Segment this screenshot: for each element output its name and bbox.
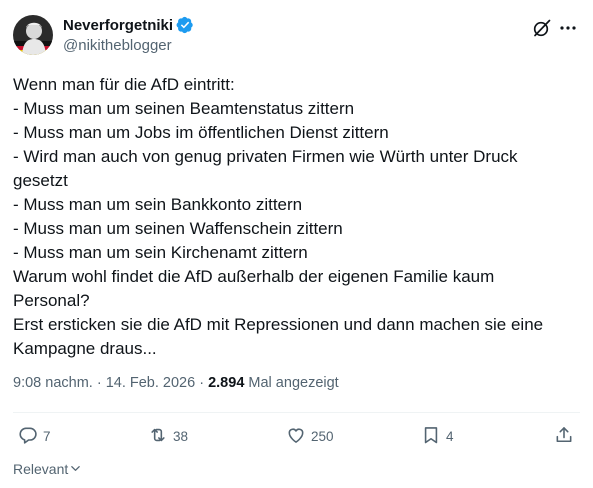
tweet-line: Personal? — [13, 291, 90, 310]
repost-icon — [148, 425, 168, 448]
tweet-line: gesetzt — [13, 171, 68, 190]
share-icon — [554, 425, 574, 448]
verified-badge-icon[interactable] — [176, 16, 194, 34]
like-button[interactable]: 250 — [286, 425, 334, 448]
tweet-line: Wenn man für die AfD eintritt: — [13, 75, 235, 94]
reply-count: 7 — [43, 429, 51, 444]
tweet-text: Wenn man für die AfD eintritt: - Muss ma… — [13, 73, 573, 361]
grok-icon[interactable] — [532, 18, 552, 38]
reply-button[interactable]: 7 — [18, 425, 51, 448]
meta-separator: · — [195, 375, 209, 391]
chevron-down-icon — [68, 461, 81, 477]
tweet-meta: 9:08 nachm. · 14. Feb. 2026 · 2.894 Mal … — [13, 375, 339, 391]
tweet-line: - Muss man um Jobs im öffentlichen Diens… — [13, 123, 389, 142]
more-options-icon[interactable] — [558, 18, 578, 38]
heart-icon — [286, 425, 306, 448]
tweet-line: - Muss man um seinen Beamtenstatus zitte… — [13, 99, 355, 118]
tweet-line: - Muss man um seinen Waffenschein zitter… — [13, 219, 343, 238]
reply-sort-dropdown[interactable]: Relevant — [13, 461, 81, 477]
action-bar: 7 38 250 4 — [13, 425, 580, 451]
tweet-header: Neverforgetniki @nikitheblogger — [13, 14, 580, 58]
name-row: Neverforgetniki — [63, 16, 194, 34]
tweet-line: - Muss man um sein Kirchenamt zittern — [13, 243, 308, 262]
avatar[interactable] — [13, 15, 53, 55]
like-count: 250 — [311, 429, 334, 444]
sort-label: Relevant — [13, 461, 69, 477]
meta-separator: · — [92, 375, 106, 391]
repost-button[interactable]: 38 — [148, 425, 188, 448]
tweet-line: - Wird man auch von genug privaten Firme… — [13, 147, 518, 166]
tweet-line: Warum wohl findet die AfD außerhalb der … — [13, 267, 495, 286]
view-count: 2.894 — [208, 375, 245, 391]
share-button[interactable] — [554, 425, 574, 448]
bookmark-icon — [421, 425, 441, 448]
bookmark-button[interactable]: 4 — [421, 425, 454, 448]
bookmark-count: 4 — [446, 429, 454, 444]
repost-count: 38 — [173, 429, 189, 444]
tweet-line: Kampagne draus... — [13, 339, 157, 358]
tweet-line: - Muss man um sein Bankkonto zittern — [13, 195, 303, 214]
view-count-label: Mal angezeigt — [244, 375, 339, 391]
timestamp-date[interactable]: 14. Feb. 2026 — [106, 375, 196, 391]
handle[interactable]: @nikitheblogger — [63, 37, 172, 54]
tweet-line: Erst ersticken sie die AfD mit Repressio… — [13, 315, 544, 334]
display-name[interactable]: Neverforgetniki — [63, 17, 173, 34]
divider — [13, 412, 580, 413]
reply-icon — [18, 425, 38, 448]
timestamp-time[interactable]: 9:08 nachm. — [13, 375, 93, 391]
